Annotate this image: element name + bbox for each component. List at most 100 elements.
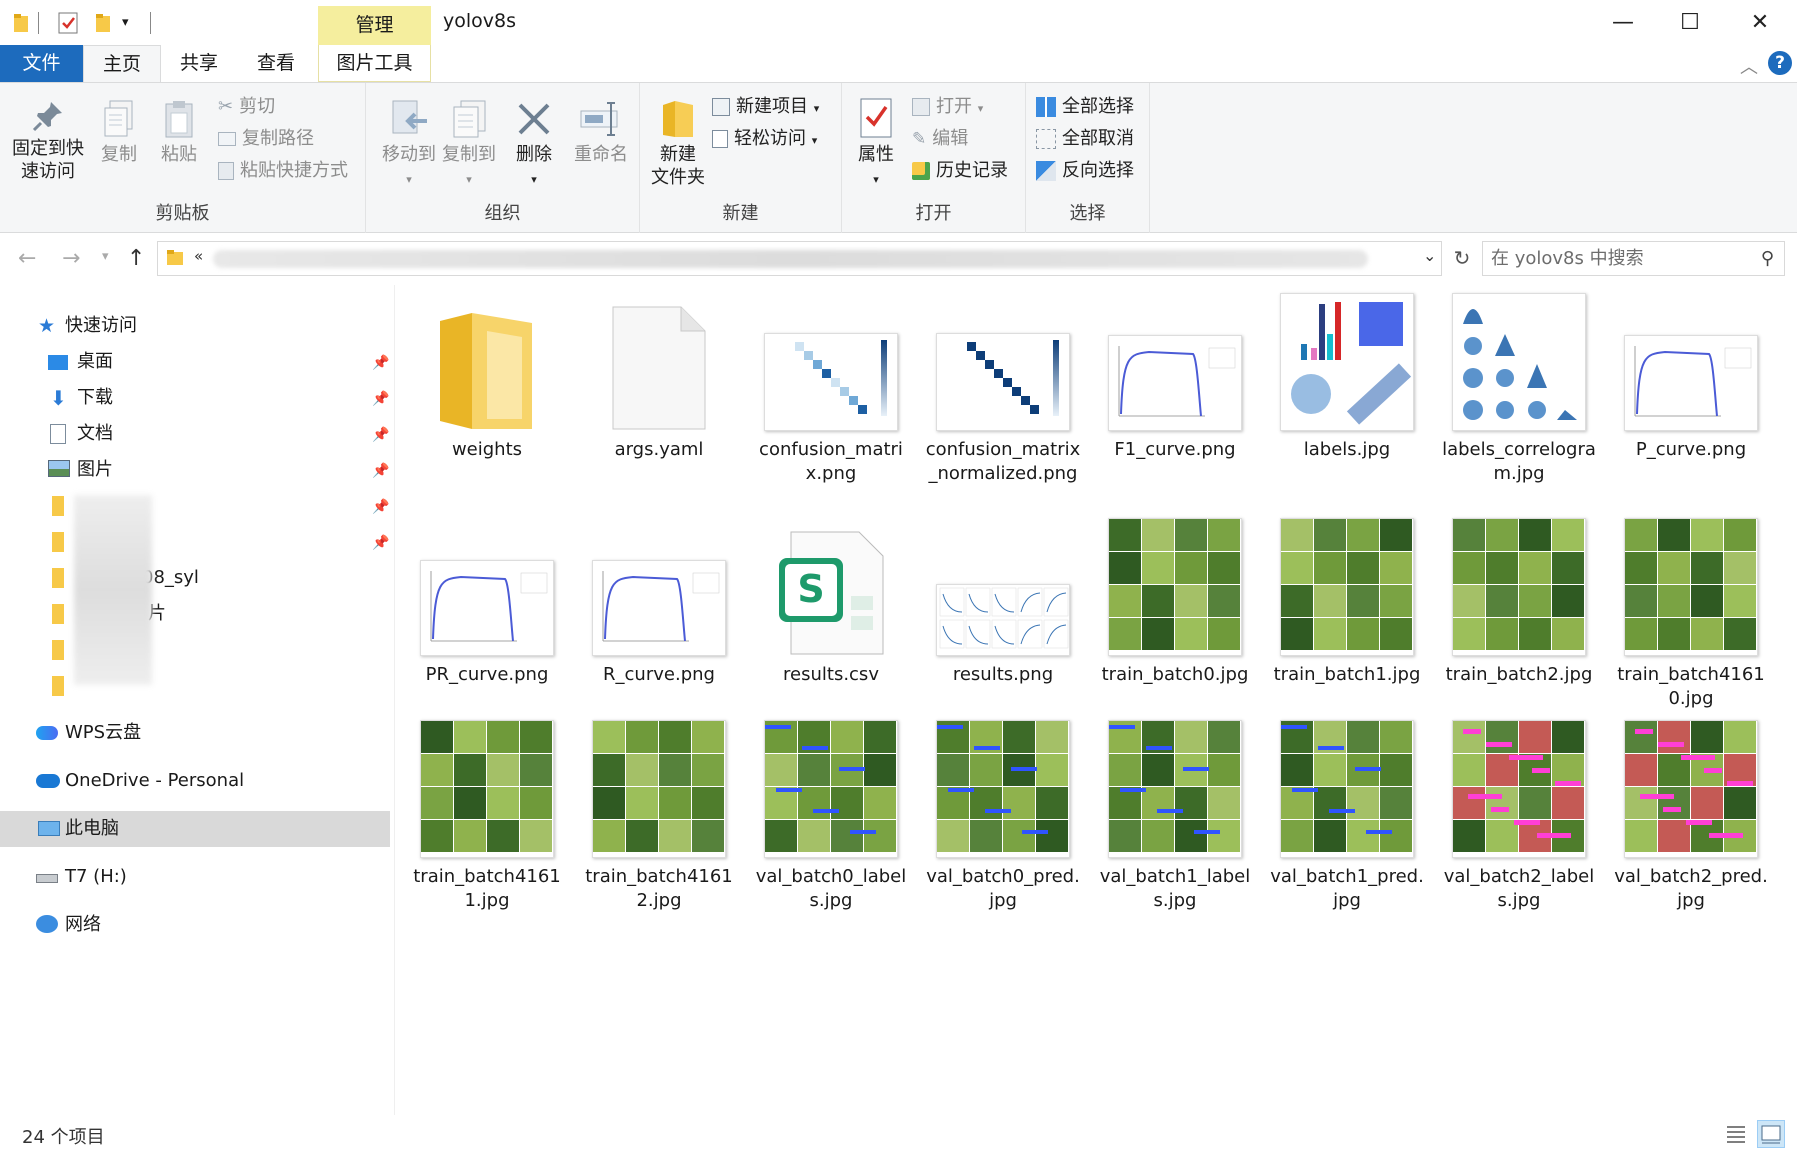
history-button[interactable]: 历史记录: [912, 157, 1008, 185]
address-overflow-chevron[interactable]: «: [194, 247, 203, 265]
open-button[interactable]: 打开 ▾: [912, 93, 983, 121]
details-view-icon[interactable]: [1725, 1123, 1747, 1145]
recent-locations-chevron-icon[interactable]: ▾: [102, 249, 109, 264]
nav-folder-redacted-1[interactable]: 📌: [0, 488, 390, 524]
pin-icon[interactable]: 📌: [372, 453, 389, 489]
thumbnail-image: [1109, 519, 1240, 650]
properties-check-icon[interactable]: [58, 12, 80, 34]
minimize-button[interactable]: —: [1603, 8, 1643, 38]
select-none-button[interactable]: 全部取消: [1036, 125, 1134, 153]
new-item-label: 新建项目: [736, 96, 808, 117]
back-arrow-icon[interactable]: ←: [18, 246, 36, 271]
customize-toolbar-chevron-icon[interactable]: ▾: [122, 15, 129, 37]
file-name: PR_curve.png: [425, 664, 549, 685]
up-arrow-icon[interactable]: ↑: [127, 246, 145, 271]
search-input[interactable]: [1491, 246, 1741, 271]
cut-label: 剪切: [239, 96, 276, 117]
file-thumbnail: [1096, 518, 1254, 656]
pin-icon[interactable]: 📌: [372, 345, 389, 381]
pin-icon[interactable]: 📌: [372, 525, 389, 561]
pin-icon[interactable]: 📌: [372, 417, 389, 453]
organize-group-label: 组织: [484, 203, 521, 224]
copy-button[interactable]: 复制: [94, 99, 144, 166]
pin-icon[interactable]: 📌: [372, 381, 389, 417]
file-name: train_batch1.jpg: [1273, 664, 1421, 685]
copy-to-button[interactable]: 复制到 ▾: [434, 99, 504, 191]
forward-arrow-icon[interactable]: →: [62, 246, 80, 271]
nav-pictures[interactable]: 图片 📌: [0, 452, 390, 488]
help-icon[interactable]: ?: [1768, 51, 1792, 75]
paste-button[interactable]: 粘贴: [154, 99, 204, 166]
nav-folder-redacted-2[interactable]: 📌: [0, 524, 390, 560]
edit-button[interactable]: ✎ 编辑: [912, 125, 968, 153]
maximize-button[interactable]: ☐: [1670, 8, 1710, 38]
delete-button[interactable]: 删除 ▾: [506, 99, 562, 191]
nav-documents[interactable]: 文档 📌: [0, 416, 390, 452]
tab-manage[interactable]: 管理: [318, 6, 431, 45]
search-icon[interactable]: ⚲: [1761, 248, 1774, 269]
nav-wps-cloud[interactable]: WPS云盘: [0, 715, 390, 751]
collapse-ribbon-icon[interactable]: ︿: [1740, 53, 1758, 79]
item-count: 24 个项目: [22, 1127, 105, 1148]
select-all-icon: [1036, 97, 1056, 117]
tab-file[interactable]: 文件: [0, 45, 83, 82]
tab-view[interactable]: 查看: [240, 45, 312, 82]
delete-label: 删除: [516, 144, 552, 165]
close-button[interactable]: ✕: [1740, 8, 1780, 38]
pin-icon[interactable]: 📌: [372, 489, 389, 525]
nav-quick-access[interactable]: ★ 快速访问: [0, 308, 390, 344]
nav-drive-t7[interactable]: T7 (H:): [0, 859, 390, 895]
move-to-label: 移动到: [382, 144, 436, 165]
select-all-button[interactable]: 全部选择: [1036, 93, 1134, 121]
file-name: val_batch0_pred.jpg: [926, 866, 1080, 911]
folder-icon: [440, 313, 532, 429]
address-dropdown-chevron-icon[interactable]: ⌄: [1423, 246, 1436, 265]
refresh-icon[interactable]: ↻: [1445, 241, 1479, 276]
pin-to-quick-access-button[interactable]: 固定到快 速访问: [8, 99, 88, 183]
file-name: val_batch1_labels.jpg: [1099, 866, 1251, 911]
invert-selection-button[interactable]: 反向选择: [1036, 157, 1134, 185]
nav-network[interactable]: 网络: [0, 907, 390, 943]
tab-picture-tools[interactable]: 图片工具: [318, 45, 431, 82]
thumbnail-image: [937, 334, 1069, 426]
nav-folder-redacted-5[interactable]: [0, 668, 390, 704]
tab-home[interactable]: 主页: [83, 45, 161, 82]
nav-downloads[interactable]: ⬇ 下载 📌: [0, 380, 390, 416]
file-name: P_curve.png: [1635, 439, 1747, 460]
address-bar[interactable]: « ⌄: [157, 241, 1442, 276]
nav-desktop[interactable]: 桌面 📌: [0, 344, 390, 380]
thumbnail-image: [1625, 336, 1757, 426]
thumbnail-image: [1109, 336, 1241, 426]
copy-path-icon: [218, 132, 236, 146]
cut-button[interactable]: ✂ 剪切: [218, 93, 275, 121]
nav-folder-syl[interactable]: 08_syl: [0, 560, 390, 596]
copy-path-button[interactable]: 复制路径: [218, 125, 314, 153]
rename-button[interactable]: 重命名: [566, 99, 636, 166]
pin-label-line1: 固定到快: [12, 138, 84, 159]
nav-this-pc[interactable]: 此电脑: [0, 811, 390, 847]
easy-access-button[interactable]: 轻松访问 ▾: [712, 125, 817, 153]
new-item-button[interactable]: 新建项目 ▾: [712, 93, 819, 121]
folder-icon: [167, 250, 183, 265]
nav-folder-redacted-3[interactable]: 片: [0, 596, 390, 632]
properties-button[interactable]: 属性 ▾: [848, 97, 904, 191]
nav-onedrive[interactable]: OneDrive - Personal: [0, 763, 390, 799]
properties-icon: [860, 98, 892, 138]
thumbnail-image: [1281, 519, 1412, 650]
file-thumbnail: [924, 295, 1082, 431]
nav-folder-redacted-4[interactable]: [0, 632, 390, 668]
clipboard-icon: [165, 101, 193, 138]
paste-shortcut-button[interactable]: 粘贴快捷方式: [218, 157, 348, 185]
new-folder-icon[interactable]: [96, 12, 110, 34]
thumbnail-image: [421, 721, 552, 852]
chevron-down-icon: ▾: [531, 173, 537, 186]
tab-share[interactable]: 共享: [163, 45, 235, 82]
folder-icon[interactable]: [14, 12, 28, 34]
thumbnail-image: [1453, 519, 1584, 650]
new-folder-button[interactable]: 新建 文件夹: [648, 99, 708, 189]
new-group-label: 新建: [722, 203, 759, 224]
ribbon: 固定到快 速访问 复制 粘贴 ✂ 剪切 复制路径 粘贴快捷方式 剪贴板 移动到 ▾: [0, 82, 1797, 233]
status-bar: 24 个项目: [0, 1115, 1797, 1153]
file-thumbnail: S: [752, 520, 910, 656]
large-icons-view-icon[interactable]: [1757, 1120, 1785, 1148]
